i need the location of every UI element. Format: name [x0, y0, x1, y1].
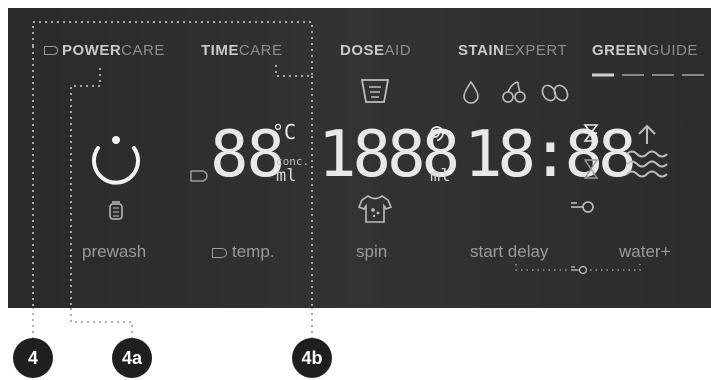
spiral-icon	[430, 126, 444, 142]
greenguide-button[interactable]: GREENGUIDE	[592, 42, 698, 59]
drop-icon	[463, 80, 479, 104]
greenguide-level-bar	[592, 73, 704, 77]
power-icon[interactable]	[90, 134, 142, 186]
temp-ml-label: ml	[276, 166, 297, 186]
coffee-bean-icon	[541, 84, 569, 102]
timecare-bold: TIME	[201, 42, 239, 59]
bin-icon	[109, 201, 123, 220]
measuring-cup-icon	[360, 79, 390, 103]
stainexpert-rest: EXPERT	[504, 42, 568, 59]
temp-option-icon	[212, 247, 227, 258]
stainexpert-bold: STAIN	[458, 42, 505, 59]
prewash-button[interactable]: prewash	[82, 242, 146, 262]
time-display: 18:88	[464, 118, 637, 192]
callout-4a: 4a	[112, 338, 152, 378]
water-waves-icon	[626, 124, 668, 178]
doseaid-rest: AID	[384, 42, 412, 59]
doseaid-bold: DOSE	[340, 42, 385, 59]
option-tab-icon	[44, 46, 58, 56]
callout-4: 4	[13, 338, 53, 378]
temp-tab-icon	[190, 170, 208, 182]
child-lock-combo-indicator	[515, 264, 641, 275]
greenguide-bold: GREEN	[592, 42, 648, 59]
temp-unit: °C	[272, 120, 297, 144]
powercare-rest: CARE	[121, 42, 165, 59]
callout-4b: 4b	[292, 338, 332, 378]
powercare-bold: POWER	[62, 42, 122, 59]
cherries-icon	[502, 81, 526, 103]
shirt-stain-icon	[357, 195, 393, 223]
greenguide-rest: GUIDE	[647, 42, 698, 59]
start-delay-button[interactable]: start delay	[470, 242, 548, 262]
timecare-rest: CARE	[238, 42, 283, 59]
temp-label: temp.	[232, 242, 275, 261]
stainexpert-button[interactable]: STAINEXPERT	[458, 42, 567, 59]
temp-button[interactable]: temp.	[212, 242, 275, 262]
water-plus-button[interactable]: water+	[619, 242, 671, 262]
doseaid-button[interactable]: DOSEAID	[340, 42, 411, 59]
hourglass-icon	[583, 124, 599, 179]
timecare-button[interactable]: TIMECARE	[201, 42, 283, 59]
powercare-button[interactable]: POWERCARE	[44, 42, 165, 60]
key-lock-icon	[571, 201, 594, 213]
spin-button[interactable]: spin	[356, 242, 387, 262]
spin-ml-label: ml	[430, 166, 451, 186]
